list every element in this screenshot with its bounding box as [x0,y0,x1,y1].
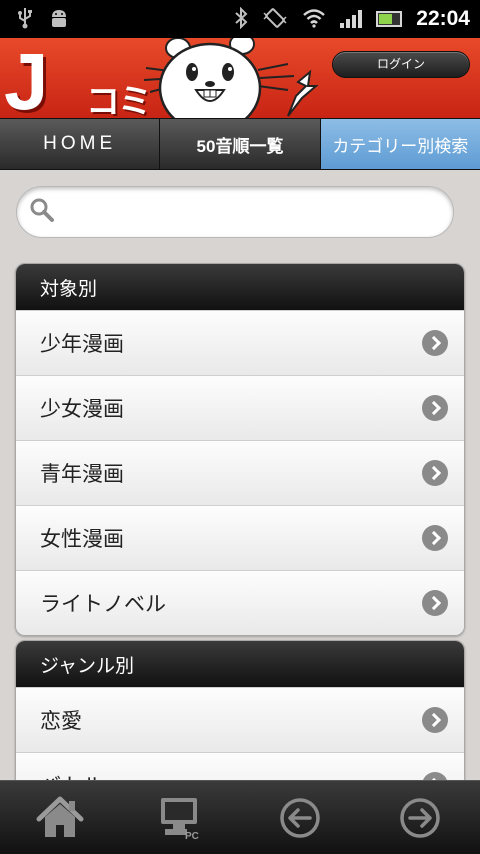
tab-kana-order[interactable]: 50音順一覧 [160,119,321,169]
list-item-light-novel[interactable]: ライトノベル [16,570,464,635]
home-button[interactable] [30,788,90,848]
list-item-label: 少女漫画 [40,397,124,421]
list-item-josei[interactable]: 女性漫画 [16,505,464,570]
signal-icon [340,10,363,28]
login-button[interactable]: ログイン [332,51,470,78]
bluetooth-icon [234,6,248,32]
back-arrow-icon [280,797,320,838]
android-debug-icon [48,7,70,32]
back-button[interactable] [270,788,330,848]
list-item-shojo[interactable]: 少女漫画 [16,375,464,440]
battery-icon [376,11,403,27]
list-item-romance[interactable]: 恋愛 [16,687,464,752]
usb-icon [16,7,34,32]
list-item-label: 恋愛 [40,709,82,733]
site-header: J コミ ログイン [0,38,480,118]
pc-view-button[interactable]: PC [150,788,210,848]
tab-home[interactable]: HOME [0,119,161,169]
mascot-icon [143,38,319,118]
wifi-icon [302,8,326,31]
tab-category-search[interactable]: カテゴリー別検索 [320,119,480,169]
list-item-shonen[interactable]: 少年漫画 [16,310,464,375]
home-icon [36,796,84,837]
logo-j[interactable]: J [4,42,49,119]
chevron-right-icon [422,707,448,733]
search-box[interactable] [16,186,454,238]
list-item-label: 青年漫画 [40,462,124,486]
list-item-label: 女性漫画 [40,527,124,551]
forward-arrow-icon [400,797,440,838]
pc-view-icon: PC [161,797,199,841]
chevron-right-icon [422,525,448,551]
list-group-target: 対象別 少年漫画 少女漫画 青年漫画 女性漫画 ライトノベル [15,263,465,636]
pc-label: PC [185,831,199,841]
group-header-genre: ジャンル別 [16,641,464,687]
vibrate-icon [262,7,288,32]
clock: 22:04 [416,7,470,30]
list-item-seinen[interactable]: 青年漫画 [16,440,464,505]
list-item-label: 少年漫画 [40,332,124,356]
group-header-target: 対象別 [16,264,464,310]
chevron-right-icon [422,330,448,356]
main-nav: HOME 50音順一覧 カテゴリー別検索 [0,118,480,170]
browser-toolbar: PC [0,780,480,854]
chevron-right-icon [422,395,448,421]
chevron-right-icon [422,460,448,486]
forward-button[interactable] [390,788,450,848]
status-bar: 22:04 [0,0,480,38]
list-item-label: ライトノベル [40,592,166,616]
search-input[interactable] [61,192,453,232]
chevron-right-icon [422,590,448,616]
search-icon [29,197,55,227]
